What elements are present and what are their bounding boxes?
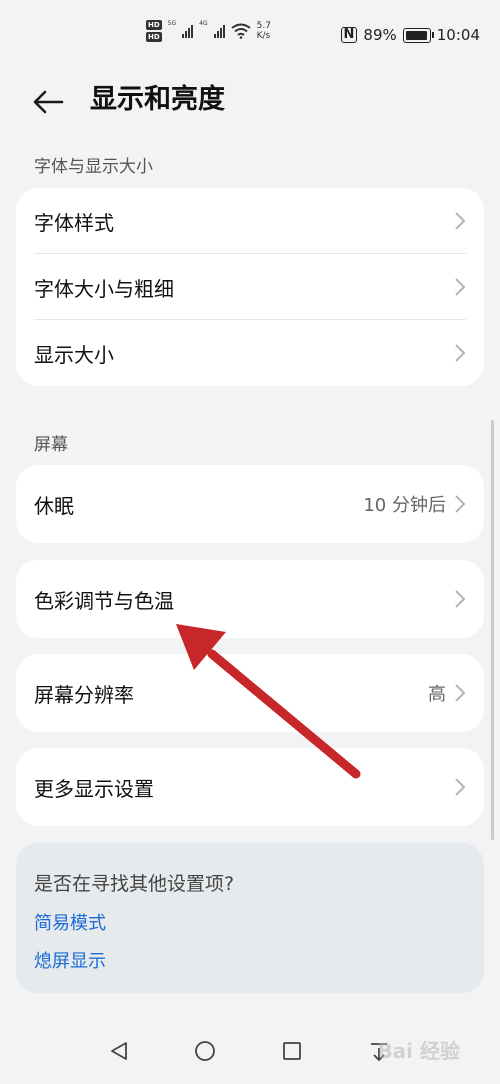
item-label: 显示大小	[34, 342, 114, 367]
chevron-right-icon	[455, 344, 466, 362]
chevron-right-icon	[455, 778, 466, 796]
signal-icon	[182, 24, 194, 38]
screen-resolution-item[interactable]: 屏幕分辨率 高	[16, 654, 484, 732]
always-on-display-link[interactable]: 熄屏显示	[34, 947, 106, 973]
page-title: 显示和亮度	[90, 84, 225, 115]
battery-icon	[402, 27, 434, 43]
color-temperature-item[interactable]: 色彩调节与色温	[16, 560, 484, 638]
section-label-screen: 屏幕	[34, 435, 68, 455]
chevron-right-icon	[455, 278, 466, 296]
back-arrow-icon[interactable]	[30, 84, 66, 120]
battery-percent: 89%	[363, 26, 397, 44]
network-type: 4G	[199, 20, 208, 27]
item-label: 字体大小与粗细	[34, 276, 174, 301]
sleep-card: 休眠 10 分钟后	[16, 465, 484, 543]
suggestion-card: 是否在寻找其他设置项? 简易模式 熄屏显示	[16, 843, 484, 993]
color-card: 色彩调节与色温	[16, 560, 484, 638]
sleep-item[interactable]: 休眠 10 分钟后	[16, 465, 484, 543]
section-label-font: 字体与显示大小	[34, 157, 153, 177]
more-display-settings-item[interactable]: 更多显示设置	[16, 748, 484, 826]
hd-badge: HD	[146, 20, 162, 30]
app-header: 显示和亮度	[0, 72, 500, 132]
watermark: Bai 经验	[377, 1039, 460, 1063]
more-display-card: 更多显示设置	[16, 748, 484, 826]
font-size-weight-item[interactable]: 字体大小与粗细	[16, 254, 484, 320]
font-style-item[interactable]: 字体样式	[16, 188, 484, 254]
item-label: 色彩调节与色温	[34, 588, 174, 613]
suggestion-question: 是否在寻找其他设置项?	[34, 873, 235, 895]
nfc-icon: N	[340, 27, 358, 43]
chevron-right-icon	[455, 495, 466, 513]
item-label: 字体样式	[34, 210, 114, 235]
chevron-right-icon	[455, 590, 466, 608]
network-indicators: HD HD 5G 4G 5.7 K/s	[146, 20, 271, 42]
nav-recents-icon[interactable]	[281, 1040, 303, 1062]
resolution-card: 屏幕分辨率 高	[16, 654, 484, 732]
nav-home-icon[interactable]	[194, 1040, 216, 1062]
display-size-item[interactable]: 显示大小	[16, 320, 484, 386]
chevron-right-icon	[455, 684, 466, 702]
item-label: 更多显示设置	[34, 776, 154, 801]
resolution-value: 高	[428, 684, 446, 705]
network-speed: 5.7 K/s	[256, 21, 271, 41]
status-bar: HD HD 5G 4G 5.7 K/s N 89% 10:04	[0, 0, 500, 72]
easy-mode-link[interactable]: 简易模式	[34, 909, 106, 935]
item-label: 屏幕分辨率	[34, 682, 134, 707]
sleep-value: 10 分钟后	[363, 495, 446, 516]
network-type: 5G	[167, 20, 177, 27]
scrollbar[interactable]	[491, 420, 494, 840]
item-label: 休眠	[34, 493, 74, 518]
wifi-icon	[230, 23, 251, 39]
chevron-right-icon	[455, 212, 466, 230]
font-settings-card: 字体样式 字体大小与粗细 显示大小	[16, 188, 484, 386]
nav-back-icon[interactable]	[108, 1040, 130, 1062]
hd-badge: HD	[146, 32, 162, 42]
signal-icon	[213, 24, 225, 38]
status-right: N 89% 10:04	[340, 26, 480, 44]
clock: 10:04	[436, 26, 480, 44]
